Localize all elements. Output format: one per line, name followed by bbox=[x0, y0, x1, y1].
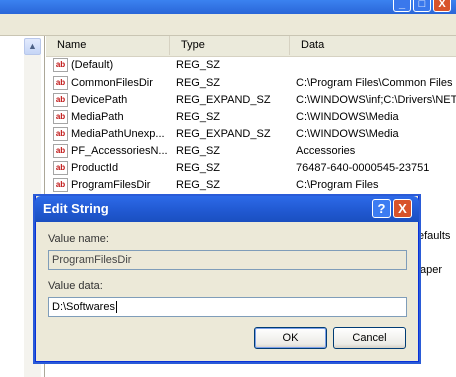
table-row[interactable]: ab PF_AccessoriesN... REG_SZ Accessories bbox=[46, 143, 456, 160]
value-type: REG_EXPAND_SZ bbox=[176, 94, 271, 106]
value-name: (Default) bbox=[71, 59, 114, 71]
table-row[interactable]: ab CommonFilesDir REG_SZ C:\Program File… bbox=[46, 75, 456, 92]
value-name: ProductId bbox=[71, 162, 119, 174]
value-name: CommonFilesDir bbox=[71, 77, 153, 89]
value-name: DevicePath bbox=[71, 94, 128, 106]
value-data: C:\WINDOWS\inf;C:\Drivers\NET bbox=[296, 94, 456, 106]
string-value-icon: ab bbox=[53, 93, 68, 107]
table-row[interactable]: ab DevicePath REG_EXPAND_SZ C:\WINDOWS\i… bbox=[46, 92, 456, 109]
value-data-input[interactable]: D:\Softwares bbox=[48, 297, 407, 317]
value-data: 76487-640-0000545-23751 bbox=[296, 162, 430, 174]
edit-string-dialog: Edit String ? X Value name: ProgramFiles… bbox=[35, 196, 419, 362]
minimize-button[interactable]: _ bbox=[393, 0, 411, 12]
dialog-title: Edit String bbox=[43, 201, 109, 216]
close-icon: X bbox=[398, 201, 407, 216]
table-row[interactable]: ab MediaPath REG_SZ C:\WINDOWS\Media bbox=[46, 109, 456, 126]
value-name-label: Value name: bbox=[48, 233, 109, 245]
string-value-icon: ab bbox=[53, 144, 68, 158]
value-data: C:\WINDOWS\Media bbox=[296, 128, 399, 140]
maximize-button[interactable]: □ bbox=[413, 0, 431, 12]
value-type: REG_SZ bbox=[176, 179, 221, 191]
cancel-button[interactable]: Cancel bbox=[333, 327, 406, 349]
value-name-text: ProgramFilesDir bbox=[52, 254, 132, 266]
string-value-icon: ab bbox=[53, 76, 68, 90]
column-header-name[interactable]: Name bbox=[46, 36, 170, 55]
menu-strip bbox=[0, 14, 456, 36]
column-header-data[interactable]: Data bbox=[290, 36, 456, 55]
value-type: REG_SZ bbox=[176, 111, 221, 123]
value-data: C:\WINDOWS\Media bbox=[296, 111, 399, 123]
text-caret bbox=[115, 301, 117, 314]
value-type: REG_SZ bbox=[176, 77, 221, 89]
main-title-bar: _ □ X bbox=[0, 0, 456, 14]
value-data-text: D:\Softwares bbox=[52, 301, 115, 313]
partial-data-text: aper bbox=[420, 264, 443, 276]
value-name: MediaPathUnexp... bbox=[71, 128, 165, 140]
help-icon: ? bbox=[377, 201, 386, 216]
string-value-icon: ab bbox=[53, 161, 68, 175]
string-value-icon: ab bbox=[53, 127, 68, 141]
table-row[interactable]: ab MediaPathUnexp... REG_EXPAND_SZ C:\WI… bbox=[46, 126, 456, 143]
value-data: C:\Program Files\Common Files bbox=[296, 77, 453, 89]
dialog-title-bar[interactable]: Edit String ? X bbox=[35, 196, 419, 222]
ok-button[interactable]: OK bbox=[254, 327, 327, 349]
maximize-icon: □ bbox=[418, 0, 426, 10]
scroll-up-button[interactable]: ▲ bbox=[24, 38, 41, 55]
table-row[interactable]: ab (Default) REG_SZ bbox=[46, 57, 456, 74]
table-row[interactable]: ab ProductId REG_SZ 76487-640-0000545-23… bbox=[46, 160, 456, 177]
minimize-icon: _ bbox=[398, 0, 406, 10]
value-type: REG_SZ bbox=[176, 59, 221, 71]
value-type: REG_EXPAND_SZ bbox=[176, 128, 271, 140]
partial-data-text: efaults bbox=[418, 230, 451, 242]
table-row[interactable]: ab ProgramFilesDir REG_SZ C:\Program Fil… bbox=[46, 177, 456, 194]
value-type: REG_SZ bbox=[176, 162, 221, 174]
list-header: Name Type Data bbox=[46, 36, 456, 57]
value-data-label: Value data: bbox=[48, 280, 103, 292]
column-header-type[interactable]: Type bbox=[170, 36, 290, 55]
string-value-icon: ab bbox=[53, 58, 68, 72]
value-name-field: ProgramFilesDir bbox=[48, 250, 407, 270]
string-value-icon: ab bbox=[53, 178, 68, 192]
close-window-button[interactable]: X bbox=[433, 0, 451, 12]
value-name: MediaPath bbox=[71, 111, 124, 123]
chevron-up-icon: ▲ bbox=[28, 41, 37, 51]
dialog-close-button[interactable]: X bbox=[393, 199, 412, 218]
value-name: PF_AccessoriesN... bbox=[71, 145, 168, 157]
close-icon: X bbox=[438, 0, 446, 10]
help-button[interactable]: ? bbox=[372, 199, 391, 218]
value-type: REG_SZ bbox=[176, 145, 221, 157]
value-data: C:\Program Files bbox=[296, 179, 379, 191]
string-value-icon: ab bbox=[53, 110, 68, 124]
value-name: ProgramFilesDir bbox=[71, 179, 151, 191]
value-data: Accessories bbox=[296, 145, 356, 157]
